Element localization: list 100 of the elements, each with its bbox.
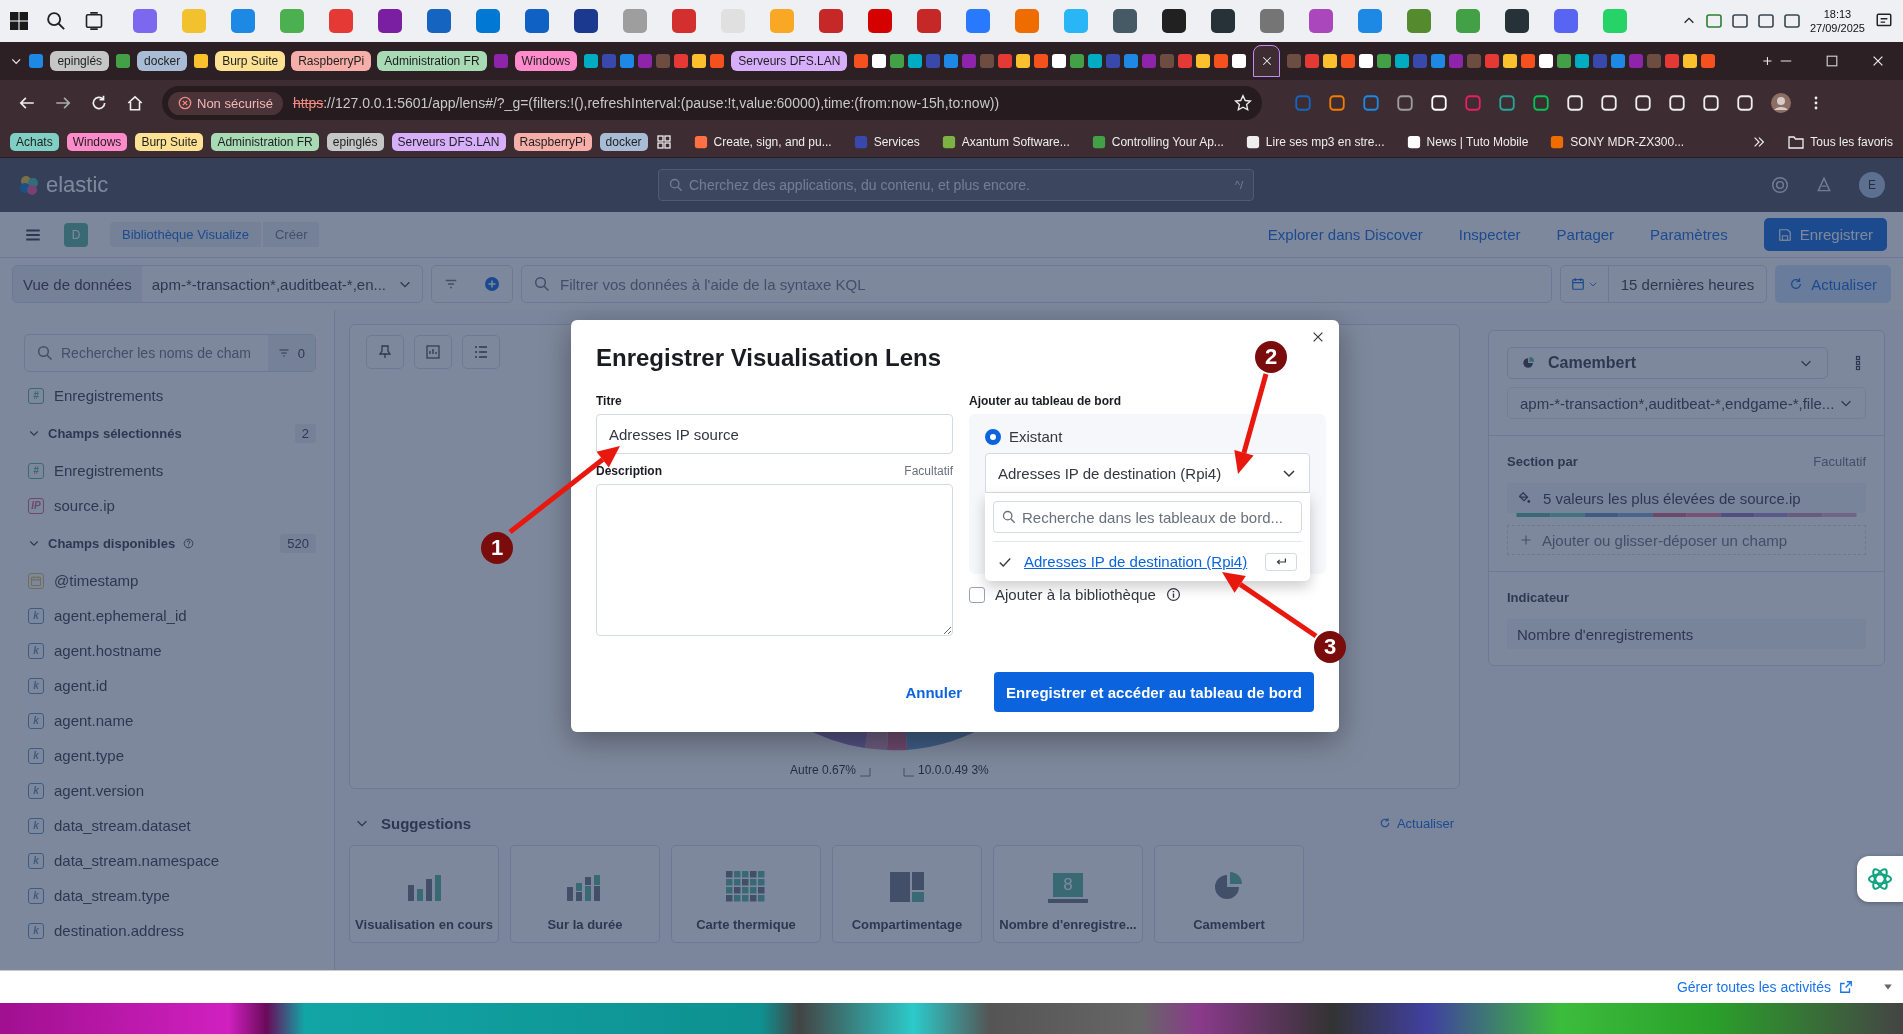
refresh-link[interactable]: Actualiser <box>1378 815 1454 831</box>
dashboard-option-link[interactable]: Adresses IP de destination (Rpi4) <box>1024 553 1248 570</box>
tab-group-label[interactable]: RaspberryPi <box>291 51 372 71</box>
clock-time[interactable]: 18:13 <box>1809 7 1865 21</box>
bookmark-group[interactable]: Burp Suite <box>135 132 204 151</box>
dimension-button[interactable]: 5 valeurs les plus élevées de source.ip <box>1507 483 1866 513</box>
tab-favicon-icon[interactable] <box>1015 53 1032 69</box>
bookmark-group[interactable]: epinglés <box>326 132 384 151</box>
suggestion-card[interactable]: Camembert <box>1154 845 1304 943</box>
bookmark-link[interactable]: News | Tuto Mobile <box>1406 134 1529 149</box>
dimension-button[interactable]: Nombre d'enregistrements <box>1507 619 1866 649</box>
bookmark-link[interactable]: Controlling Your Ap... <box>1091 134 1224 149</box>
tab-group-label[interactable]: docker <box>137 51 188 71</box>
data-view-selector[interactable]: apm-*-transaction*,auditbeat-*,endgame-*,file... <box>1507 387 1866 419</box>
date-picker[interactable]: 15 dernières heures <box>1559 265 1768 303</box>
tab-favicon-icon[interactable] <box>1502 53 1519 69</box>
dashboard-select[interactable]: Adresses IP de destination (Rpi4) <box>985 453 1310 493</box>
nav-link[interactable]: Explorer dans Discover <box>1267 226 1423 243</box>
add-filter-icon[interactable] <box>484 276 500 292</box>
assistant-button[interactable] <box>1857 856 1903 902</box>
app-icon[interactable] <box>1112 8 1138 34</box>
legend-button[interactable] <box>462 335 500 369</box>
app-icon[interactable] <box>1504 8 1530 34</box>
save-button[interactable]: Enregistrer <box>1763 218 1887 251</box>
tab-favicon-icon[interactable] <box>907 53 924 69</box>
field-item[interactable]: # Enregistrements <box>24 378 316 413</box>
all-bookmarks-link[interactable]: Tous les favoris <box>1788 134 1893 149</box>
windows-logo-icon[interactable] <box>10 12 28 30</box>
tab-group-label[interactable]: epinglés <box>50 51 110 71</box>
tab-favicon-icon[interactable] <box>1358 53 1375 69</box>
bookmark-link[interactable]: Lire ses mp3 en stre... <box>1245 134 1385 149</box>
scroll-down-icon[interactable] <box>1883 982 1893 992</box>
field-item[interactable]: k agent.version <box>24 773 316 808</box>
nav-link[interactable]: Paramètres <box>1650 226 1728 243</box>
description-field[interactable] <box>596 484 953 636</box>
new-tab-icon[interactable] <box>1762 54 1773 68</box>
tray-app-icon[interactable] <box>1705 13 1722 29</box>
reload-icon[interactable] <box>90 94 108 112</box>
app-icon[interactable] <box>1161 8 1187 34</box>
tab-favicon-icon[interactable] <box>583 53 600 69</box>
tab-favicon-icon[interactable] <box>1051 53 1068 69</box>
field-item[interactable]: k agent.id <box>24 668 316 703</box>
bookmark-group[interactable]: Administration FR <box>211 132 319 151</box>
suggestion-card[interactable]: Compartimentage <box>832 845 982 943</box>
field-item[interactable]: k destination.address <box>24 913 316 948</box>
tab-favicon-icon[interactable] <box>1322 53 1339 69</box>
field-item[interactable]: k data_stream.type <box>24 878 316 913</box>
app-icon[interactable] <box>1210 8 1236 34</box>
suggestions-toggle[interactable]: Suggestions <box>355 814 471 832</box>
star-icon[interactable] <box>1234 94 1252 112</box>
radio-button[interactable] <box>985 428 1001 445</box>
suggestion-card[interactable]: 8 Nombre d'enregistre... <box>993 845 1143 943</box>
field-filter-button[interactable]: 0 <box>267 335 315 371</box>
pin-button[interactable] <box>366 335 404 369</box>
tab-group-label[interactable]: Administration FR <box>377 51 487 71</box>
task-view-icon[interactable] <box>84 11 104 31</box>
tab-favicon-icon[interactable] <box>1195 53 1212 69</box>
app-icon[interactable] <box>573 8 599 34</box>
tab-favicon-icon[interactable] <box>1231 53 1248 69</box>
bookmark-group[interactable]: RaspberryPi <box>513 132 592 151</box>
suggestion-card[interactable]: Visualisation en cours <box>349 845 499 943</box>
field-item[interactable]: IP source.ip <box>24 488 316 523</box>
apps-grid-icon[interactable] <box>655 133 672 150</box>
address-bar[interactable]: Non sécurisé https://127.0.0.1:5601/app/lens#/?_g=(filters:!(),refreshInterval:(pause:!t,value:60000),time:(from:now-15h,to:now)) <box>162 86 1262 120</box>
manage-activities-link[interactable]: Gérer toutes les activités <box>1676 979 1853 995</box>
bookmark-group[interactable]: docker <box>599 132 648 151</box>
help-icon[interactable] <box>1771 176 1789 194</box>
bookmark-link[interactable]: SONY MDR-ZX300... <box>1550 134 1685 149</box>
library-checkbox-row[interactable]: Ajouter à la bibliothèque <box>969 586 1326 603</box>
radio-option[interactable]: Existant <box>985 428 1310 445</box>
tab-favicon-icon[interactable] <box>193 53 210 69</box>
active-tab[interactable] <box>1253 45 1281 77</box>
newsfeed-icon[interactable] <box>1815 176 1833 194</box>
security-warning[interactable]: Non sécurisé <box>168 91 283 115</box>
clock-date[interactable]: 27/09/2025 <box>1809 21 1865 35</box>
user-avatar[interactable]: E <box>1859 172 1885 198</box>
bookmark-link[interactable]: Axantum Software... <box>941 134 1070 149</box>
field-item[interactable]: k agent.type <box>24 738 316 773</box>
tab-group-label[interactable]: Serveurs DFS.LAN <box>731 51 848 71</box>
data-view-selector[interactable]: Vue de données apm-*-transaction*,auditbeat-*,en... <box>12 265 423 303</box>
section-toggle[interactable]: Champs sélectionnés 2 <box>24 413 316 453</box>
field-item[interactable]: k data_stream.dataset <box>24 808 316 843</box>
suggestion-card[interactable]: Sur la durée <box>510 845 660 943</box>
maximize-icon[interactable] <box>1825 54 1839 68</box>
space-avatar[interactable]: D <box>64 222 88 247</box>
extension-icon[interactable] <box>1532 94 1550 112</box>
close-icon[interactable] <box>1311 330 1325 344</box>
tab-favicon-icon[interactable] <box>1574 53 1591 69</box>
field-item[interactable]: k agent.name <box>24 703 316 738</box>
field-search[interactable]: Rechercher les noms de cham 0 <box>24 334 316 372</box>
tab-favicon-icon[interactable] <box>1087 53 1104 69</box>
app-icon[interactable] <box>377 8 403 34</box>
bookmark-group[interactable]: Achats <box>10 132 59 151</box>
section-toggle[interactable]: Champs disponibles 520 <box>24 523 316 563</box>
nav-link[interactable]: Inspecter <box>1458 226 1521 243</box>
elastic-logo[interactable]: elastic <box>18 172 658 198</box>
tab-group-label[interactable]: Windows <box>514 51 578 71</box>
title-field[interactable]: Adresses IP source <box>596 414 953 454</box>
search-icon[interactable] <box>46 11 66 31</box>
avatar-icon[interactable] <box>1770 92 1792 114</box>
